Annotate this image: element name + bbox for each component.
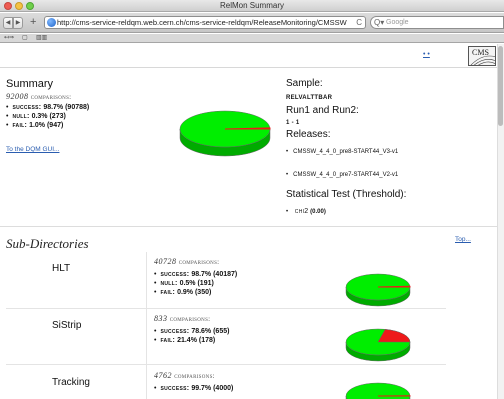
run-value: 1 - 1 <box>286 120 300 126</box>
back-button[interactable]: ◀ <box>3 17 13 29</box>
release-item: CMSSW_4_4_0_pre7-START44_V2-v1 <box>286 172 398 178</box>
subdir-name-hlt[interactable]: HLT <box>52 263 70 274</box>
title-bar: RelMon Summary <box>0 0 504 12</box>
row-divider <box>6 308 446 309</box>
sample-value: RELVALTTBAR <box>286 95 333 101</box>
subdir-stats: success: 78.6% (655) fail: 21.4% (178) <box>154 327 229 345</box>
section-divider <box>0 226 504 227</box>
subdir-name-sistrip[interactable]: SiStrip <box>52 320 81 331</box>
scrollbar-thumb[interactable] <box>498 46 503 126</box>
subdir-comparisons: 833 comparisons: <box>154 314 211 323</box>
stat-test-label: chi2 <box>294 208 309 215</box>
bookmarks-bar: ↤⇒ ▢ ▥▥ <box>0 34 504 43</box>
header-dots-link[interactable]: • • <box>423 51 430 58</box>
search-input[interactable]: Q▾ Google <box>370 16 504 29</box>
logo-lines-icon <box>470 55 495 65</box>
row-divider <box>6 364 446 365</box>
list-item: null: 0.3% (273) <box>6 112 89 121</box>
page-header: • • CMS <box>0 44 504 68</box>
list-item: success: 99.7% (4000) <box>154 384 233 393</box>
page-content: • • CMS Summary 92008 comparisons: succe… <box>0 44 504 399</box>
summary-count: 92008 <box>6 92 29 101</box>
list-item: success: 98.7% (90788) <box>6 103 89 112</box>
globe-icon <box>47 18 56 27</box>
run-heading: Run1 and Run2: <box>286 105 359 116</box>
list-item: fail: 1.0% (947) <box>6 121 89 130</box>
stat-test-item: chi2 (0.00) <box>286 208 326 215</box>
stat-test-heading: Statistical Test (Threshold): <box>286 189 407 200</box>
tracking-pie-chart <box>345 382 411 399</box>
subdir-stats: success: 99.7% (4000) <box>154 384 233 393</box>
sample-heading: Sample: <box>286 78 323 89</box>
top-link[interactable]: Top... <box>455 236 471 243</box>
browser-toolbar: ◀ ▶ + http://cms-service-reldqm.web.cern… <box>0 13 504 33</box>
subdir-stats: success: 98.7% (40187) null: 0.5% (191) … <box>154 270 237 297</box>
search-placeholder: Google <box>386 19 409 26</box>
search-icon: Q▾ <box>374 18 385 27</box>
list-item: success: 98.7% (40187) <box>154 270 237 279</box>
reader-icon[interactable]: ↤⇒ <box>4 34 14 43</box>
summary-comparisons: 92008 comparisons: <box>6 92 71 101</box>
summary-count-suffix: comparisons: <box>30 93 72 101</box>
url-bar[interactable]: http://cms-service-reldqm.web.cern.ch/cm… <box>44 16 366 29</box>
column-divider <box>146 252 147 399</box>
reload-icon[interactable]: C <box>356 17 362 28</box>
pie-slice-success <box>345 382 411 399</box>
dqm-gui-link[interactable]: To the DQM GUI... <box>6 146 59 153</box>
summary-title: Summary <box>6 78 54 90</box>
stat-test-value: (0.00) <box>310 209 326 215</box>
window-title: RelMon Summary <box>219 1 284 10</box>
add-bookmark-button[interactable]: + <box>30 16 36 28</box>
releases-heading: Releases: <box>286 129 331 140</box>
list-item: fail: 0.9% (350) <box>154 288 237 297</box>
list-item: null: 0.5% (191) <box>154 279 237 288</box>
release-item: CMSSW_4_4_0_pre8-START44_V3-v1 <box>286 149 398 155</box>
summary-stats: success: 98.7% (90788) null: 0.3% (273) … <box>6 103 89 130</box>
subdirectories-title: Sub-Directories <box>6 236 89 251</box>
cms-logo: CMS <box>468 46 496 66</box>
subdir-comparisons: 40728 comparisons: <box>154 257 220 266</box>
subdir-comparisons: 4762 comparisons: <box>154 371 215 380</box>
bookmarks-icon[interactable]: ▢ <box>22 34 28 43</box>
list-item: fail: 21.4% (178) <box>154 336 229 345</box>
subdir-name-tracking[interactable]: Tracking <box>52 377 90 388</box>
top-sites-icon[interactable]: ▥▥ <box>36 34 47 43</box>
forward-button[interactable]: ▶ <box>13 17 23 29</box>
url-text: http://cms-service-reldqm.web.cern.ch/cm… <box>57 18 347 27</box>
browser-window: RelMon Summary ◀ ▶ + http://cms-service-… <box>0 0 504 399</box>
list-item: success: 78.6% (655) <box>154 327 229 336</box>
